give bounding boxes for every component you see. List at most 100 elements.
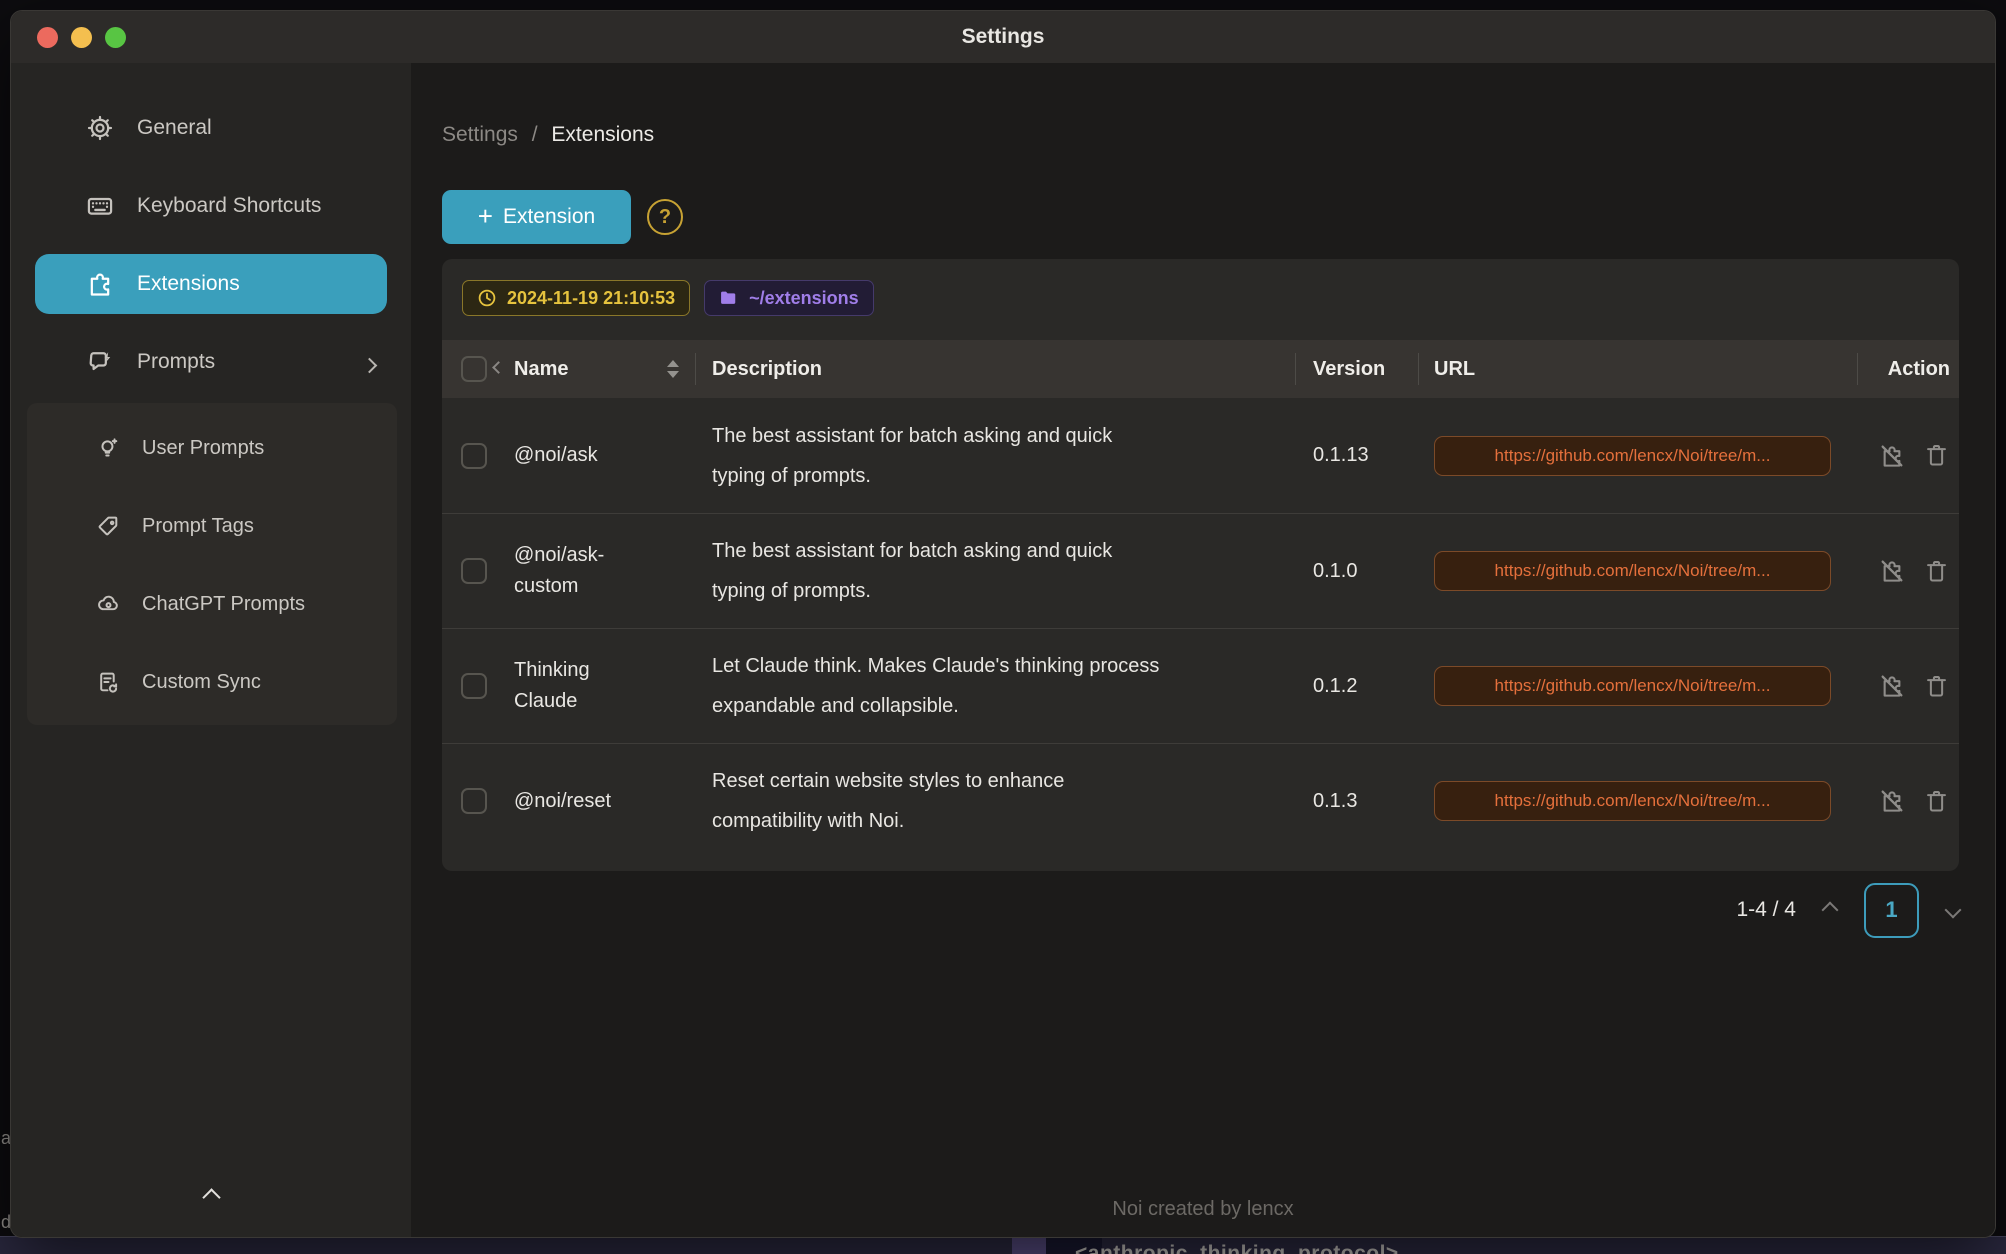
extension-description: Reset certain website styles to enhancec…	[712, 761, 1064, 841]
disable-extension-icon[interactable]	[1878, 787, 1906, 815]
breadcrumb: Settings / Extensions	[442, 123, 654, 147]
sidebar-item-label: ChatGPT Prompts	[142, 593, 305, 616]
chevron-down-icon[interactable]	[492, 361, 505, 374]
add-extension-label: Extension	[503, 205, 595, 229]
sidebar-collapse-button[interactable]	[189, 1175, 233, 1219]
sidebar-item-label: Prompt Tags	[142, 515, 254, 538]
row-checkbox[interactable]	[461, 443, 487, 469]
sidebar-item-prompts[interactable]: Prompts	[35, 332, 387, 392]
sidebar-item-label: General	[137, 116, 212, 140]
sidebar-item-chatgpt-prompts[interactable]: ChatGPT Prompts	[35, 574, 387, 634]
row-checkbox[interactable]	[461, 788, 487, 814]
sidebar-item-keyboard-shortcuts[interactable]: Keyboard Shortcuts	[35, 176, 387, 236]
sidebar-item-label: Prompts	[137, 350, 215, 374]
row-checkbox[interactable]	[461, 673, 487, 699]
extensions-card: 2024-11-19 21:10:53 ~/extensions	[442, 259, 1959, 871]
extension-name: ThinkingClaude	[514, 655, 632, 717]
table-row: ThinkingClaude Let Claude think. Makes C…	[442, 628, 1959, 743]
lightbulb-icon	[95, 435, 122, 462]
extensions-path-badge[interactable]: ~/extensions	[704, 280, 874, 316]
folder-icon	[719, 288, 739, 308]
chevron-right-icon	[1945, 902, 1962, 919]
clock-icon	[477, 288, 497, 308]
sidebar-item-label: User Prompts	[142, 437, 264, 460]
delete-extension-icon[interactable]	[1922, 442, 1950, 470]
tag-icon	[95, 513, 122, 540]
extension-url-link[interactable]: https://github.com/lencx/Noi/tree/m...	[1434, 551, 1831, 591]
zoom-button[interactable]	[105, 27, 126, 48]
pagination-next-button[interactable]	[1947, 904, 1959, 916]
breadcrumb-settings-link[interactable]: Settings	[442, 123, 518, 146]
sidebar-item-general[interactable]: General	[35, 98, 387, 158]
puzzle-icon	[85, 269, 115, 299]
plus-icon: +	[478, 203, 493, 229]
sidebar: General Keyboard Shortcuts Extensio	[11, 63, 411, 1237]
extension-url-link[interactable]: https://github.com/lencx/Noi/tree/m...	[1434, 436, 1831, 476]
prompt-chat-icon	[85, 347, 115, 377]
breadcrumb-current: Extensions	[551, 123, 654, 146]
pagination-range: 1-4 / 4	[1736, 898, 1796, 922]
disable-extension-icon[interactable]	[1878, 557, 1906, 585]
sidebar-item-user-prompts[interactable]: User Prompts	[35, 418, 387, 478]
table-row: @noi/ask The best assistant for batch as…	[442, 398, 1959, 513]
sort-asc-icon	[667, 360, 679, 367]
column-header-name: Name	[514, 358, 568, 381]
extension-name: @noi/reset	[514, 786, 632, 817]
sidebar-item-label: Extensions	[137, 272, 240, 296]
table-row: @noi/ask-custom The best assistant for b…	[442, 513, 1959, 628]
extension-version: 0.1.2	[1295, 629, 1418, 743]
select-all-checkbox[interactable]	[461, 356, 487, 382]
extension-description: The best assistant for batch asking and …	[712, 416, 1112, 496]
breadcrumb-separator: /	[532, 123, 538, 146]
settings-window: Settings General	[10, 10, 1996, 1238]
sidebar-item-custom-sync[interactable]: Custom Sync	[35, 652, 387, 712]
delete-extension-icon[interactable]	[1922, 672, 1950, 700]
extension-description: The best assistant for batch asking and …	[712, 531, 1112, 611]
sidebar-item-label: Custom Sync	[142, 671, 261, 694]
extension-name: @noi/ask	[514, 440, 632, 471]
close-button[interactable]	[37, 27, 58, 48]
minimize-button[interactable]	[71, 27, 92, 48]
pagination-prev-button[interactable]	[1824, 904, 1836, 916]
disable-extension-icon[interactable]	[1878, 442, 1906, 470]
help-icon[interactable]: ?	[647, 199, 683, 235]
sort-desc-icon	[667, 371, 679, 378]
footer-credit: Noi created by lencx	[411, 1198, 1995, 1221]
gear-icon	[85, 113, 115, 143]
background-text-fragment: <anthropic_thinking_protocol>	[1075, 1242, 1399, 1254]
pagination-page-1[interactable]: 1	[1864, 883, 1919, 938]
extension-url-link[interactable]: https://github.com/lencx/Noi/tree/m...	[1434, 666, 1831, 706]
extension-version: 0.1.13	[1295, 398, 1418, 513]
column-header-url: URL	[1418, 340, 1857, 398]
delete-extension-icon[interactable]	[1922, 787, 1950, 815]
timestamp-badge: 2024-11-19 21:10:53	[462, 280, 690, 316]
window-title: Settings	[962, 25, 1045, 49]
column-header-action: Action	[1857, 340, 1959, 398]
extension-description: Let Claude think. Makes Claude's thinkin…	[712, 646, 1159, 726]
keyboard-icon	[85, 191, 115, 221]
background-window-strip: <anthropic_thinking_protocol>	[0, 1236, 2006, 1254]
table-header: Name Description Version	[442, 340, 1959, 398]
extensions-table: Name Description Version	[442, 340, 1959, 858]
add-extension-button[interactable]: + Extension	[442, 190, 631, 244]
sidebar-item-prompt-tags[interactable]: Prompt Tags	[35, 496, 387, 556]
sidebar-item-extensions[interactable]: Extensions	[35, 254, 387, 314]
extension-name: @noi/ask-custom	[514, 540, 632, 602]
row-checkbox[interactable]	[461, 558, 487, 584]
titlebar: Settings	[11, 11, 1995, 63]
extension-version: 0.1.3	[1295, 744, 1418, 858]
badge-row: 2024-11-19 21:10:53 ~/extensions	[462, 280, 874, 316]
chevron-up-icon	[362, 357, 378, 373]
sort-toggle[interactable]	[667, 360, 679, 378]
extension-version: 0.1.0	[1295, 514, 1418, 628]
chevron-left-icon	[1822, 902, 1839, 919]
chevron-left-icon	[202, 1188, 220, 1206]
background-block	[1012, 1237, 1046, 1254]
extension-url-link[interactable]: https://github.com/lencx/Noi/tree/m...	[1434, 781, 1831, 821]
cloud-icon	[95, 591, 122, 618]
disable-extension-icon[interactable]	[1878, 672, 1906, 700]
column-header-description: Description	[695, 340, 1295, 398]
main-content: Settings / Extensions + Extension ? 2024…	[411, 63, 1995, 1237]
delete-extension-icon[interactable]	[1922, 557, 1950, 585]
table-row: @noi/reset Reset certain website styles …	[442, 743, 1959, 858]
